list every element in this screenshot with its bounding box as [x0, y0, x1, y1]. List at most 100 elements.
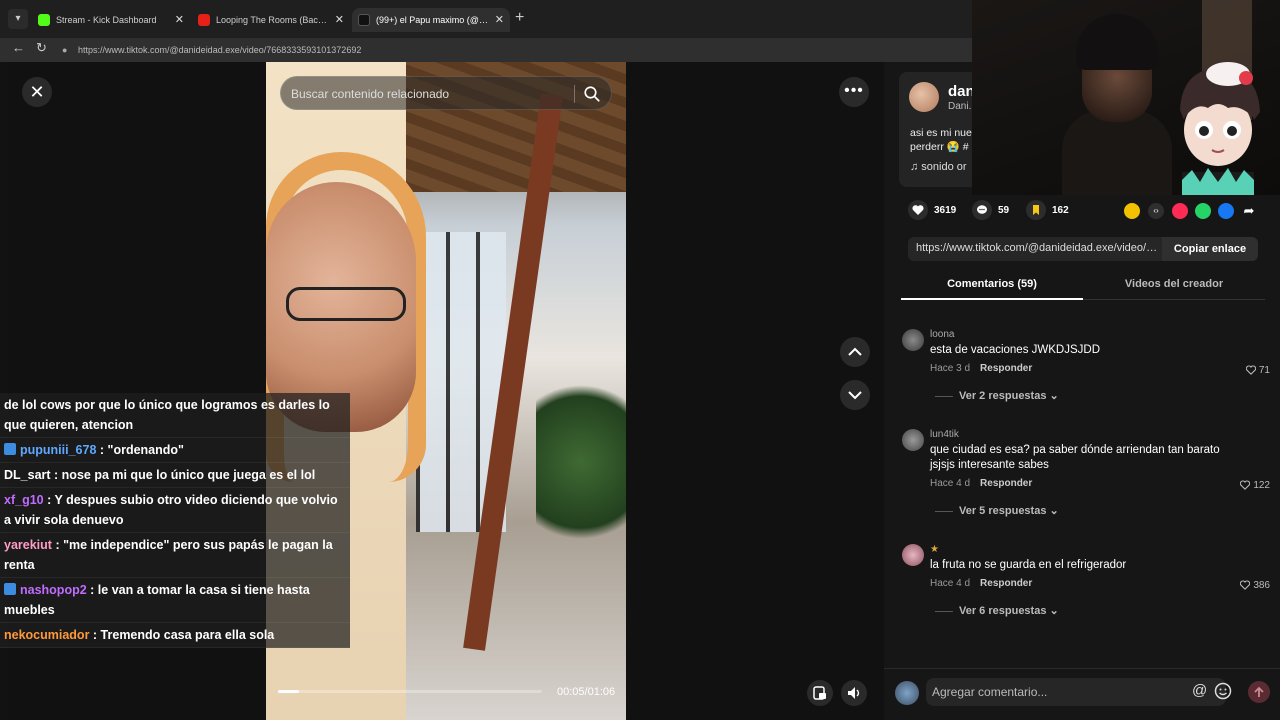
author-avatar[interactable] — [909, 82, 939, 112]
chat-username[interactable]: nekocumiador — [4, 628, 89, 642]
search-icon[interactable] — [583, 85, 601, 103]
heart-outline-icon — [1240, 580, 1251, 590]
commenter-avatar[interactable] — [902, 544, 924, 566]
comment-meta: Hace 3 d Responder — [930, 363, 1032, 374]
chat-username[interactable]: pupuniii_678 — [20, 443, 96, 457]
video-progress-bar[interactable] — [278, 690, 542, 693]
coin-share-icon[interactable] — [1124, 203, 1140, 219]
kick-favicon-icon — [38, 14, 50, 26]
mention-icon[interactable]: @ — [1192, 682, 1207, 699]
send-to-friends-icon[interactable] — [1172, 203, 1188, 219]
chat-username[interactable]: nashopop2 — [20, 583, 87, 597]
tab-close-icon[interactable]: ✕ — [335, 8, 344, 32]
new-tab-icon[interactable]: + — [515, 9, 524, 27]
comment-like-button[interactable]: 71 — [1245, 365, 1270, 376]
url-text: https://www.tiktok.com/@danideidad.exe/v… — [78, 45, 362, 55]
view-replies-button[interactable]: Ver 5 respuestas ⌄ — [935, 504, 1059, 517]
add-comment-bar: @ — [884, 668, 1280, 720]
commenter-name[interactable]: lun4tik — [930, 429, 959, 440]
whatsapp-icon[interactable] — [1195, 203, 1211, 219]
my-avatar — [895, 681, 919, 705]
add-comment-input[interactable] — [926, 678, 1226, 706]
video-plant — [536, 362, 626, 562]
video-link-text[interactable]: https://www.tiktok.com/@danideidad.exe/v… — [916, 242, 1160, 254]
view-replies-button[interactable]: Ver 2 respuestas ⌄ — [935, 389, 1059, 402]
webcam-hair — [1076, 14, 1158, 70]
tab-search-button[interactable]: ▾ — [8, 9, 28, 29]
chat-text: : Tremendo casa para ella sola — [92, 628, 275, 642]
more-options-button[interactable]: ••• — [839, 77, 869, 107]
commenter-avatar[interactable] — [902, 329, 924, 351]
browser-tab-youtube[interactable]: Looping The Rooms (Backrooms U ✕ — [192, 8, 350, 32]
view-replies-button[interactable]: Ver 6 respuestas ⌄ — [935, 604, 1059, 617]
close-video-button[interactable]: ✕ — [22, 77, 52, 107]
browser-tab-tiktok[interactable]: (99+) el Papu maximo (@xys1 ✕ — [352, 8, 510, 32]
video-timecode: 00:05/01:06 — [557, 686, 616, 698]
picture-in-picture-icon — [813, 686, 826, 700]
close-icon: ✕ — [29, 82, 45, 102]
description-line: perderr 😭 # — [910, 141, 969, 153]
original-sound-link[interactable]: ♫ sonido or — [910, 161, 967, 173]
chevron-down-icon: ⌄ — [1049, 505, 1059, 517]
view-replies-label: Ver 5 respuestas — [959, 505, 1047, 517]
chat-badge-icon — [4, 583, 16, 595]
tab-close-icon[interactable]: ✕ — [495, 8, 504, 32]
comment-time: Hace 4 d — [930, 578, 971, 589]
embed-code-icon[interactable]: ‹› — [1148, 203, 1164, 219]
comment-item: ★ la fruta no se guarda en el refrigerad… — [900, 544, 1270, 624]
related-search-input[interactable] — [291, 83, 571, 105]
copy-link-button[interactable]: Copiar enlace — [1162, 237, 1258, 261]
like-button[interactable]: 3619 — [908, 200, 956, 222]
heart-outline-icon — [1245, 365, 1257, 375]
comment-like-button[interactable]: 122 — [1240, 480, 1270, 491]
chat-badge-icon — [4, 443, 16, 455]
save-button[interactable]: 162 — [1026, 200, 1069, 222]
comment-text: que ciudad es esa? pa saber dónde arrien… — [930, 444, 1220, 471]
tab-creator-videos[interactable]: Videos del creador — [1083, 270, 1265, 300]
previous-video-button[interactable] — [840, 337, 870, 367]
chat-text: : "me independice" pero sus papás le pag… — [4, 538, 333, 572]
view-replies-label: Ver 6 respuestas — [959, 605, 1047, 617]
comment-icon — [972, 200, 992, 221]
tab-close-icon[interactable]: ✕ — [175, 8, 184, 32]
comment-meta: Hace 4 d Responder — [930, 478, 1032, 489]
browser-tab-kick[interactable]: Stream - Kick Dashboard ✕ — [32, 8, 190, 32]
address-bar-row: ← ↻ ● https://www.tiktok.com/@danideidad.… — [0, 38, 975, 62]
arrow-up-icon — [1254, 686, 1264, 697]
pip-button[interactable] — [807, 680, 833, 706]
reply-button[interactable]: Responder — [980, 363, 1032, 374]
comment-meta: Hace 4 d Responder — [930, 578, 1032, 589]
commenter-name[interactable]: ★ — [930, 544, 939, 555]
reply-button[interactable]: Responder — [980, 478, 1032, 489]
emoji-icon[interactable] — [1214, 682, 1232, 700]
commenter-name[interactable]: loona — [930, 329, 954, 340]
commenter-avatar[interactable] — [902, 429, 924, 451]
chevron-up-icon — [848, 347, 862, 356]
author-name[interactable]: dan — [948, 83, 975, 100]
volume-button[interactable] — [841, 680, 867, 706]
site-info-icon[interactable]: ● — [62, 41, 72, 59]
search-divider — [574, 85, 575, 103]
chat-message: nashopop2 : le van a tomar la casa si ti… — [0, 578, 350, 623]
like-count: 3619 — [934, 205, 957, 216]
tab-comments[interactable]: Comentarios (59) — [901, 270, 1083, 300]
post-comment-button[interactable] — [1248, 681, 1270, 703]
save-count: 162 — [1052, 205, 1069, 216]
facebook-icon[interactable] — [1218, 203, 1234, 219]
chat-message: xf_g10 : Y despues subio otro video dici… — [0, 488, 350, 533]
comment-text: esta de vacaciones JWKDJSJDD — [930, 344, 1101, 356]
back-icon[interactable]: ← — [12, 40, 25, 55]
url-field[interactable]: ● https://www.tiktok.com/@danideidad.exe/… — [62, 41, 962, 59]
share-arrow-icon[interactable]: ➦ — [1241, 203, 1257, 219]
chat-username[interactable]: xf_g10 — [4, 493, 44, 507]
chat-message: de lol cows por que lo único que logramo… — [0, 393, 350, 438]
comment-button[interactable]: 59 — [972, 200, 1009, 222]
reload-icon[interactable]: ↻ — [36, 40, 47, 56]
next-video-button[interactable] — [840, 380, 870, 410]
reply-button[interactable]: Responder — [980, 578, 1032, 589]
chevron-down-icon: ⌄ — [1049, 390, 1059, 402]
comment-item: lun4tik que ciudad es esa? pa saber dónd… — [900, 429, 1270, 519]
comment-like-button[interactable]: 386 — [1240, 580, 1270, 591]
chat-username[interactable]: yarekiut — [4, 538, 52, 552]
chat-username[interactable]: DL_sart — [4, 468, 51, 482]
